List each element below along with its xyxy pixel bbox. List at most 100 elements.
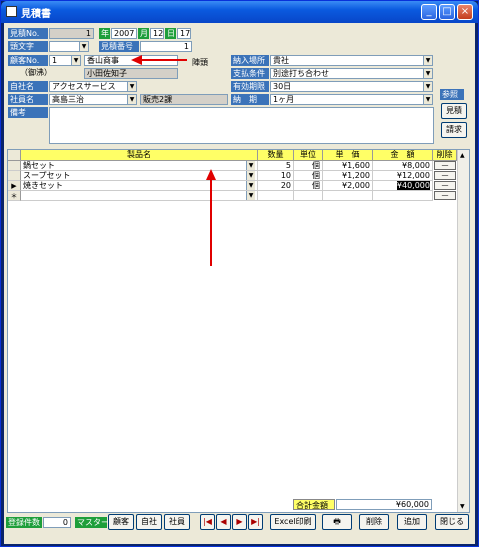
master-label: マスター [75,517,109,528]
print-icon[interactable]: 🖶 [322,514,352,530]
scroll-up-icon[interactable]: ▲ [460,152,465,159]
day-label: 日 [165,28,176,39]
last-record-button[interactable]: ▶| [248,514,263,530]
minimize-button[interactable]: _ [421,4,437,20]
notes-field[interactable] [49,107,434,144]
next-record-button[interactable]: ▶ [232,514,247,530]
delete-record-button[interactable]: 削除 [359,514,389,530]
total-value: ¥60,000 [336,499,432,510]
contact-name-field[interactable]: 小田佐知子 [84,68,178,79]
delivery-place-select[interactable]: 貴社 ▼ [270,55,433,66]
delivery-label: 納 期 [231,94,269,105]
chevron-down-icon[interactable]: ▼ [71,56,80,65]
staff-value: 高島三治 [52,95,84,104]
customer-master-button[interactable]: 顧客 [108,514,134,530]
delete-row-button[interactable]: — [434,181,456,190]
delivery-place-value: 貴社 [273,56,289,65]
contact-suffix-text: （御沸） [20,68,52,77]
valid-label: 有効期限 [231,81,269,92]
new-price-cell[interactable] [323,191,373,201]
product-name-cell[interactable]: 焼きセット ▼ [21,181,258,191]
new-product-name-cell[interactable]: ▼ [21,191,258,201]
add-record-button[interactable]: 追加 [397,514,427,530]
amount-cell: ¥8,000 [373,161,433,171]
unit-cell[interactable]: 個 [294,181,323,191]
form-body: 見積No. 1 年 2007 月 12 日 17 頭文字 ▼ 見積番号 1 顧客… [4,23,475,544]
head-char-select[interactable]: ▼ [49,41,89,52]
chevron-down-icon[interactable]: ▼ [246,161,255,170]
quantity-cell[interactable]: 10 [258,171,294,181]
price-cell[interactable]: ¥1,200 [323,171,373,181]
year-label: 年 [99,28,110,39]
ref-estimate-button[interactable]: 見積 [441,103,467,119]
chevron-down-icon[interactable]: ▼ [423,56,432,65]
chevron-down-icon[interactable]: ▼ [246,171,255,180]
estimate-no-field[interactable]: 1 [49,28,94,39]
price-cell[interactable]: ¥2,000 [323,181,373,191]
row-selector[interactable]: ▶ [8,181,21,191]
staff-select[interactable]: 高島三治 ▼ [49,94,137,105]
delivery-select[interactable]: 1ヶ月 ▼ [270,94,433,105]
payment-select[interactable]: 別途打ち合わせ ▼ [270,68,433,79]
chevron-down-icon[interactable]: ▼ [423,69,432,78]
estimate-number-field[interactable]: 1 [140,41,192,52]
amount-cell: ¥12,000 [373,171,433,181]
quantity-cell[interactable]: 20 [258,181,294,191]
year-field[interactable]: 2007 [111,28,137,39]
staff-label: 社員名 [8,94,48,105]
chevron-down-icon[interactable]: ▼ [246,181,255,190]
product-name-cell[interactable]: 鍋セット ▼ [21,161,258,171]
delete-row-button[interactable]: — [434,161,456,170]
price-cell[interactable]: ¥1,600 [323,161,373,171]
chevron-down-icon[interactable]: ▼ [246,191,255,200]
unit-cell[interactable]: 個 [294,171,323,181]
company-label: 自社名 [8,81,48,92]
grid-scrollbar[interactable]: ▲ ▼ [457,150,469,512]
chevron-down-icon[interactable]: ▼ [423,82,432,91]
customer-no-select[interactable]: 1 ▼ [49,55,81,66]
col-unit: 単位 [294,150,323,161]
valid-select[interactable]: 30日 ▼ [270,81,433,92]
staff-master-button[interactable]: 社員 [164,514,190,530]
row-selector[interactable] [8,161,21,171]
row-selector[interactable] [8,171,21,181]
product-name-cell[interactable]: スープセット ▼ [21,171,258,181]
company-value: アクセスサービス [52,82,116,91]
grid-corner [8,150,21,161]
company-master-button[interactable]: 自社 [136,514,162,530]
title-bar: 見積書 _ □ × [1,1,478,23]
month-label: 月 [138,28,149,39]
product-name-value: 焼きセット [23,181,63,190]
quantity-cell[interactable]: 5 [258,161,294,171]
new-quantity-cell[interactable] [258,191,294,201]
prev-record-button[interactable]: ◀ [216,514,231,530]
honorific-side-text: 陣頭 [192,58,208,67]
first-record-button[interactable]: |◀ [200,514,215,530]
chevron-down-icon[interactable]: ▼ [127,82,136,91]
day-field[interactable]: 17 [177,28,191,39]
customer-name-field[interactable]: 香山商事 [84,55,178,66]
maximize-button[interactable]: □ [439,4,455,20]
chevron-down-icon[interactable]: ▼ [79,42,88,51]
ref-invoice-button[interactable]: 請求 [441,122,467,138]
estimate-window: 見積書 _ □ × 見積No. 1 年 2007 月 12 日 17 頭文字 ▼… [0,0,479,547]
unit-cell[interactable]: 個 [294,161,323,171]
month-field[interactable]: 12 [150,28,164,39]
col-quantity: 数量 [258,150,294,161]
customer-no-label: 顧客No. [8,55,48,66]
scroll-down-icon[interactable]: ▼ [460,503,465,510]
delete-row-button[interactable]: — [434,191,456,200]
company-select[interactable]: アクセスサービス ▼ [49,81,137,92]
new-row-selector[interactable]: ＊ [8,191,21,201]
amount-selected-value: ¥40,000 [396,181,430,190]
close-window-button[interactable]: × [457,4,473,20]
chevron-down-icon[interactable]: ▼ [423,95,432,104]
amount-cell: ¥40,000 [373,181,433,191]
new-unit-cell[interactable] [294,191,323,201]
chevron-down-icon[interactable]: ▼ [127,95,136,104]
close-form-button[interactable]: 閉じる [435,514,469,530]
valid-value: 30日 [273,82,292,91]
excel-print-button[interactable]: Excel印刷 [270,514,316,530]
delete-row-button[interactable]: — [434,171,456,180]
head-char-label: 頭文字 [8,41,48,52]
